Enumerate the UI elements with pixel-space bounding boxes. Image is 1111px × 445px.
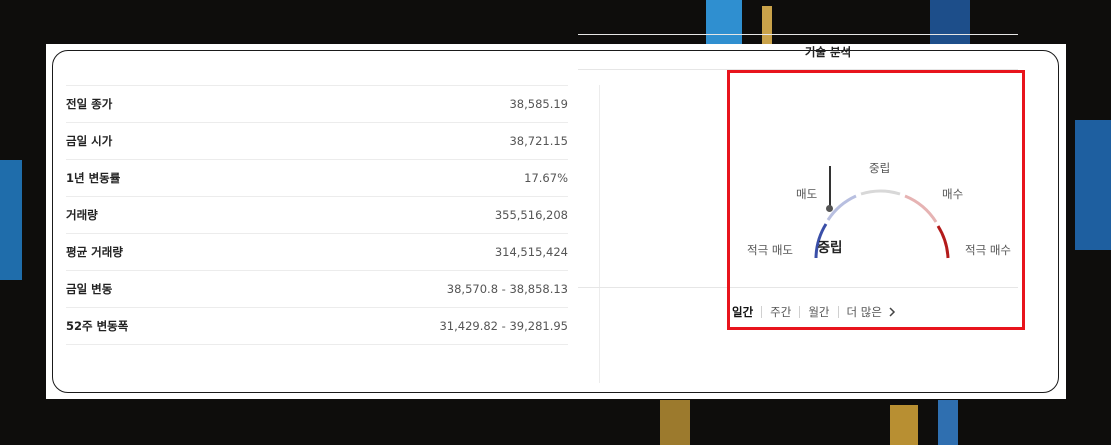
- stat-value: 17.67%: [524, 171, 568, 185]
- gauge-needle-pivot: [826, 205, 833, 212]
- stat-row-52w-range: 52주 변동폭 31,429.82 - 39,281.95: [66, 308, 568, 345]
- gauge-result-label: 중립: [817, 240, 843, 256]
- stats-table: 전일 종가 38,585.19 금일 시가 38,721.15 1년 변동률 1…: [66, 85, 568, 345]
- stat-value: 314,515,424: [494, 245, 568, 259]
- bg-light-stripe: [890, 405, 918, 445]
- stat-value: 31,429.82 - 39,281.95: [439, 319, 568, 333]
- more-button[interactable]: 더 많은: [839, 304, 904, 320]
- stat-row-1y-change: 1년 변동률 17.67%: [66, 160, 568, 197]
- tab-monthly[interactable]: 월간: [800, 304, 837, 320]
- gauge-segment-buy: [904, 194, 938, 223]
- technical-analysis-title: 기술 분석: [804, 45, 852, 59]
- gauge-needle: [829, 166, 831, 210]
- bg-light-stripe: [1075, 120, 1111, 250]
- tab-weekly[interactable]: 주간: [762, 304, 799, 320]
- bg-light-stripe: [0, 160, 22, 280]
- stat-label: 금일 변동: [66, 282, 113, 296]
- gauge-label-strong-buy: 적극 매수: [965, 243, 1011, 257]
- stat-row-day-range: 금일 변동 38,570.8 - 38,858.13: [66, 271, 568, 308]
- gauge-label-neutral: 중립: [869, 161, 891, 175]
- stat-row-volume: 거래량 355,516,208: [66, 197, 568, 234]
- gauge-label-buy: 매수: [942, 187, 964, 201]
- column-divider: [599, 85, 600, 383]
- stat-value: 38,570.8 - 38,858.13: [446, 282, 568, 296]
- stat-label: 거래량: [66, 208, 98, 222]
- stat-label: 1년 변동률: [66, 171, 121, 185]
- tabs-divider: [578, 287, 1018, 288]
- gauge-segment-neutral: [860, 189, 901, 196]
- stat-label: 전일 종가: [66, 97, 113, 111]
- gauge-label-sell: 매도: [796, 187, 818, 201]
- tab-daily[interactable]: 일간: [732, 304, 761, 320]
- bg-light-stripe: [938, 400, 958, 445]
- stat-row-prev-close: 전일 종가 38,585.19: [66, 86, 568, 123]
- chevron-right-icon: [889, 307, 895, 317]
- stat-label: 금일 시가: [66, 134, 113, 148]
- gauge-segment-strong-buy: [936, 225, 950, 259]
- stat-value: 355,516,208: [494, 208, 568, 222]
- bg-light-stripe: [660, 400, 690, 445]
- stat-value: 38,585.19: [509, 97, 568, 111]
- stat-value: 38,721.15: [509, 134, 568, 148]
- more-label: 더 많은: [846, 305, 882, 319]
- stat-label: 평균 거래량: [66, 245, 123, 259]
- technical-analysis-header: 기술 분석: [578, 34, 1018, 70]
- stat-row-avg-volume: 평균 거래량 314,515,424: [66, 234, 568, 271]
- stat-label: 52주 변동폭: [66, 319, 129, 333]
- period-tabs: 일간 주간 월간 더 많은: [732, 302, 904, 322]
- stat-row-open: 금일 시가 38,721.15: [66, 123, 568, 160]
